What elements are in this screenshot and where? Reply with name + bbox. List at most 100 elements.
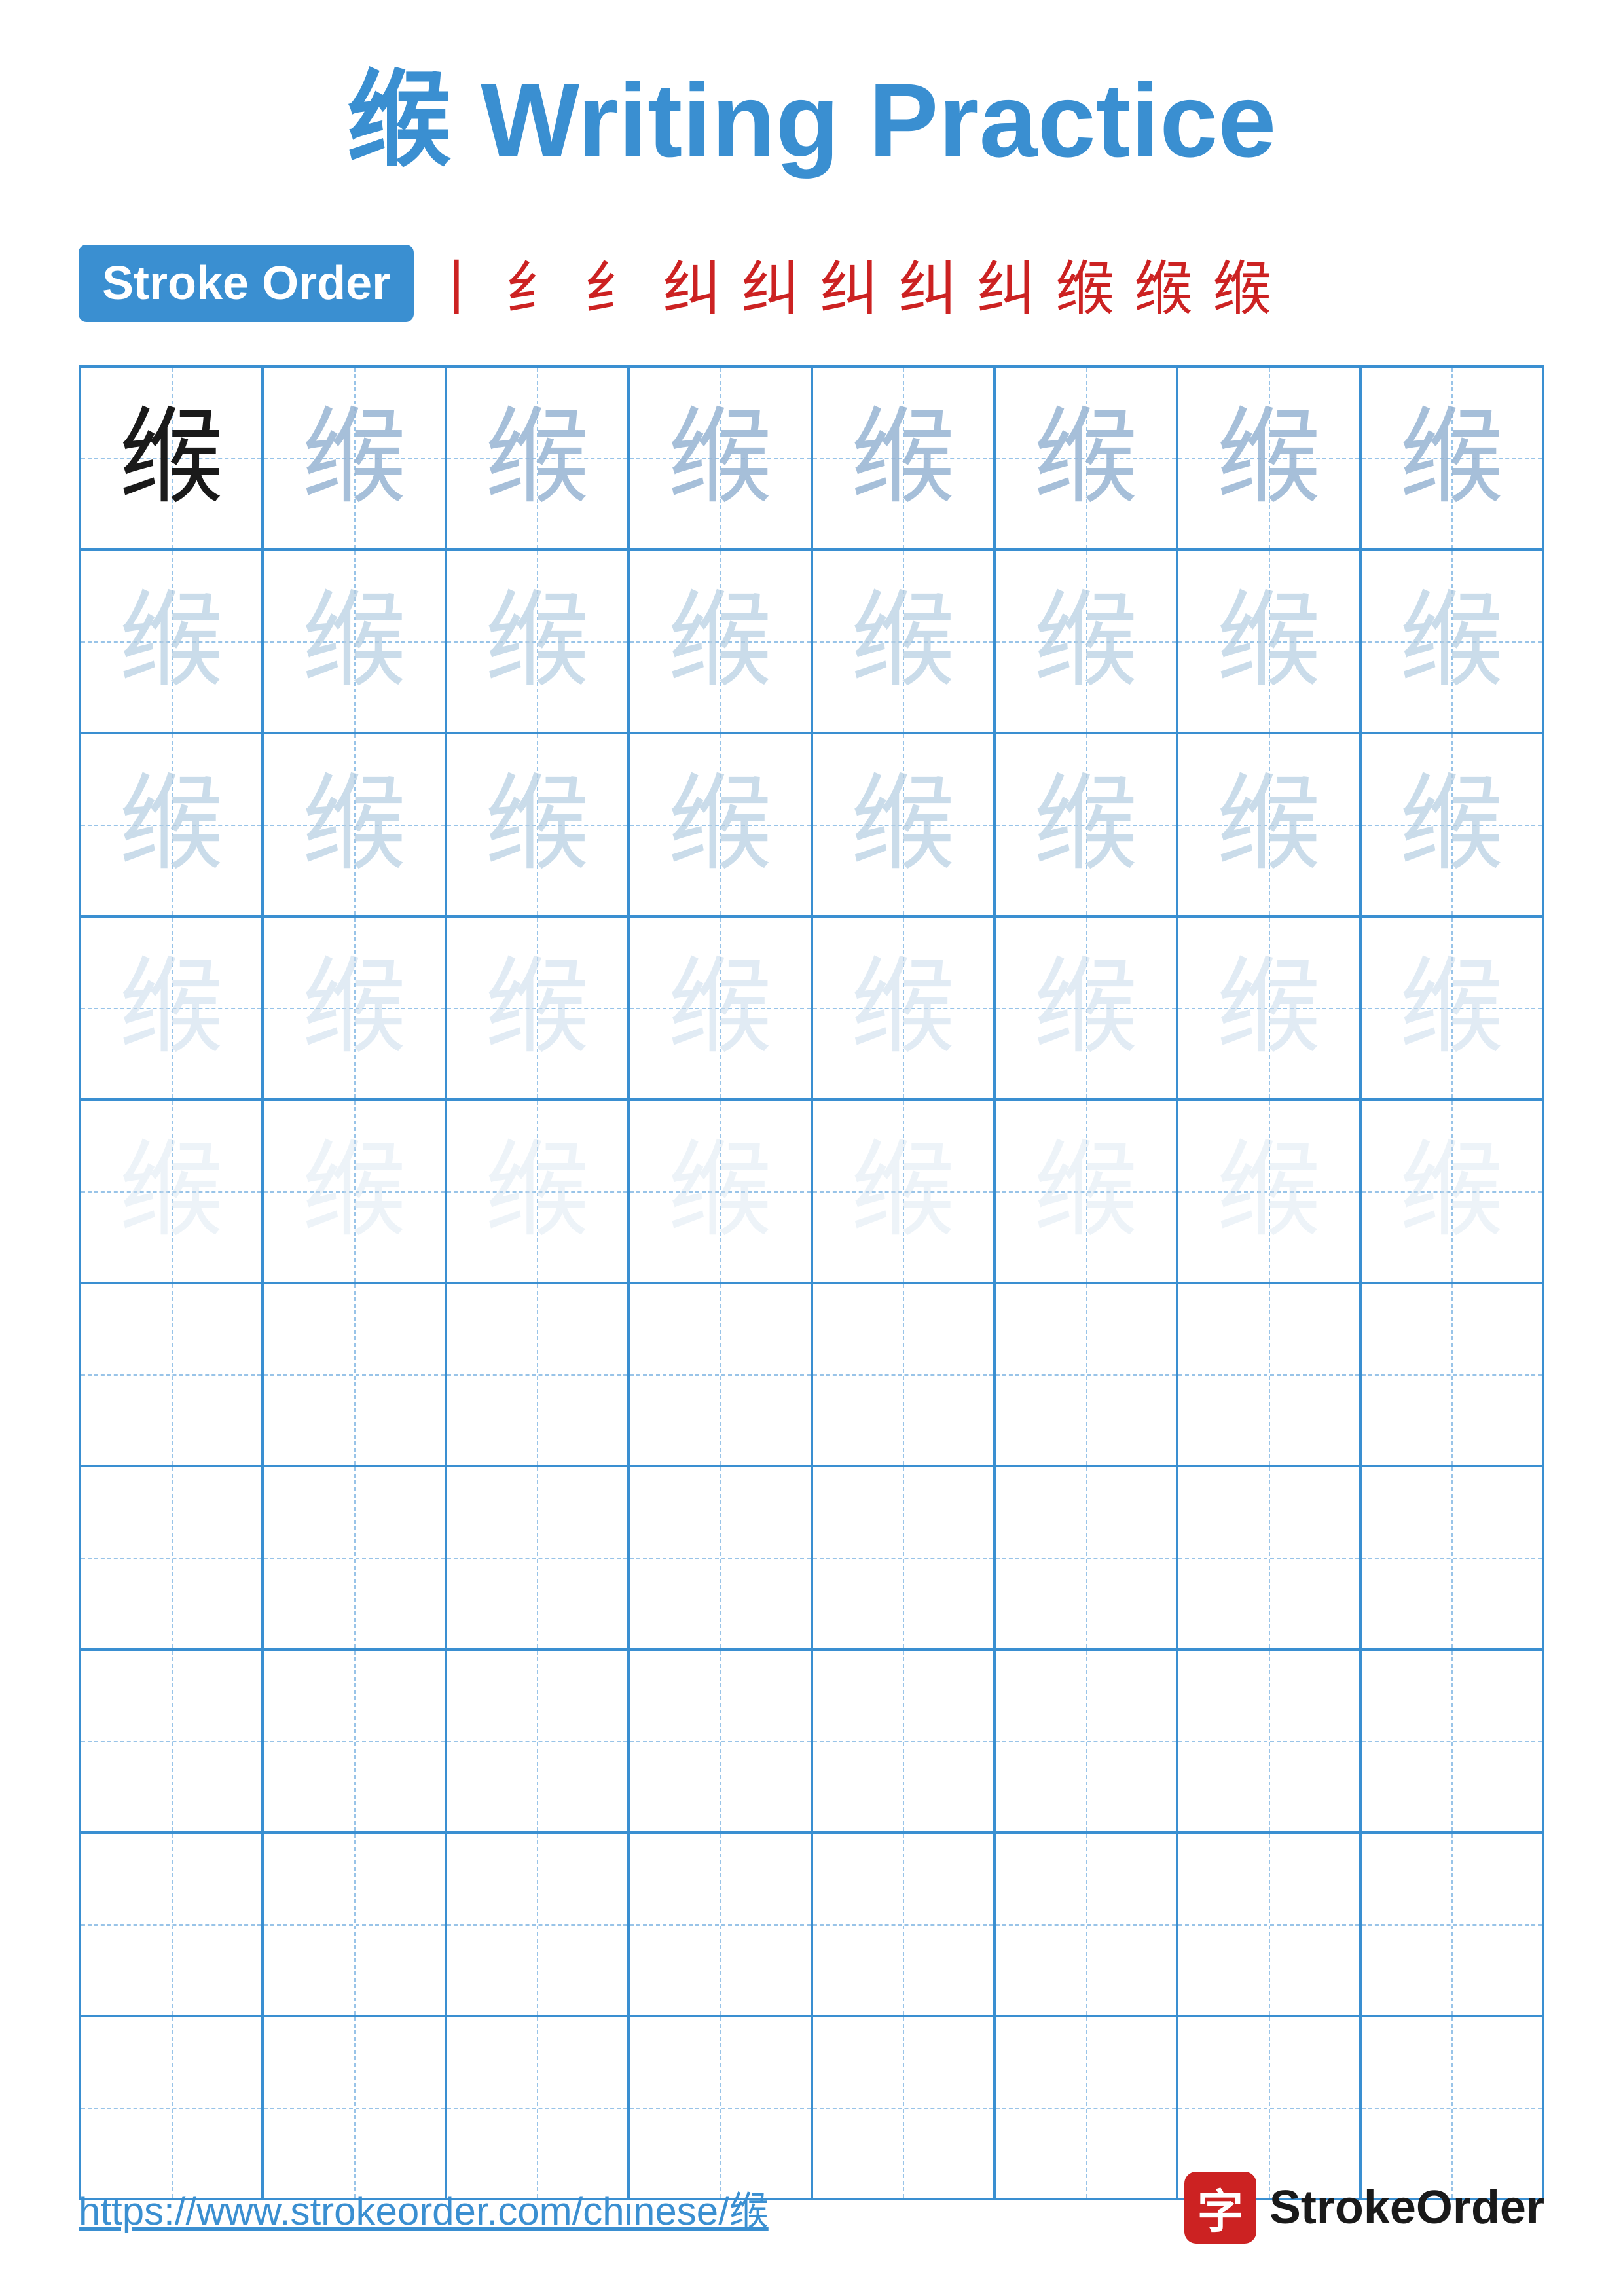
grid-cell[interactable] bbox=[446, 1833, 629, 2016]
grid-cell[interactable]: 缑 bbox=[80, 367, 263, 550]
grid-cell[interactable]: 缑 bbox=[629, 916, 811, 1100]
grid-cell[interactable]: 缑 bbox=[1177, 916, 1360, 1100]
grid-cell[interactable]: 缑 bbox=[812, 733, 994, 916]
grid-cell[interactable] bbox=[994, 1466, 1177, 1649]
grid-cell[interactable] bbox=[994, 1649, 1177, 1833]
practice-char: 缑 bbox=[1216, 956, 1321, 1060]
grid-cell[interactable]: 缑 bbox=[994, 550, 1177, 733]
grid-cell[interactable] bbox=[629, 1283, 811, 1466]
grid-cell[interactable]: 缑 bbox=[1360, 916, 1543, 1100]
practice-char: 缑 bbox=[484, 406, 589, 511]
grid-cell[interactable] bbox=[1360, 1833, 1543, 2016]
grid-cell[interactable] bbox=[1360, 1466, 1543, 1649]
grid-cell[interactable]: 缑 bbox=[446, 1100, 629, 1283]
grid-cell[interactable]: 缑 bbox=[629, 1100, 811, 1283]
grid-cell[interactable]: 缑 bbox=[1177, 550, 1360, 733]
grid-cell[interactable]: 缑 bbox=[1360, 733, 1543, 916]
grid-cell[interactable]: 缑 bbox=[446, 550, 629, 733]
grid-cell[interactable] bbox=[1177, 1466, 1360, 1649]
grid-cell[interactable] bbox=[80, 1283, 263, 1466]
grid-cell[interactable] bbox=[1177, 1283, 1360, 1466]
grid-cell[interactable] bbox=[1360, 1649, 1543, 1833]
grid-cell[interactable] bbox=[80, 1466, 263, 1649]
grid-cell[interactable]: 缑 bbox=[446, 733, 629, 916]
practice-char: 缑 bbox=[119, 1139, 224, 1244]
grid-cell[interactable]: 缑 bbox=[1360, 550, 1543, 733]
grid-cell[interactable]: 缑 bbox=[263, 916, 445, 1100]
grid-cell[interactable] bbox=[629, 1466, 811, 1649]
footer-url[interactable]: https://www.strokeorder.com/chinese/缑 bbox=[79, 2179, 769, 2236]
grid-cell[interactable]: 缑 bbox=[994, 1100, 1177, 1283]
grid-cell[interactable]: 缑 bbox=[446, 367, 629, 550]
grid-cell[interactable] bbox=[1360, 1283, 1543, 1466]
practice-char: 缑 bbox=[1216, 406, 1321, 511]
practice-char: 缑 bbox=[1034, 772, 1139, 877]
practice-char: 缑 bbox=[1399, 772, 1504, 877]
grid-cell[interactable] bbox=[80, 1649, 263, 1833]
grid-cell[interactable] bbox=[994, 1283, 1177, 1466]
grid-cell[interactable]: 缑 bbox=[994, 916, 1177, 1100]
practice-char: 缑 bbox=[302, 772, 407, 877]
grid-cell[interactable] bbox=[812, 1283, 994, 1466]
grid-cell[interactable] bbox=[446, 1283, 629, 1466]
practice-char: 缑 bbox=[850, 956, 955, 1060]
grid-cell[interactable] bbox=[263, 1466, 445, 1649]
title-character: 缑 bbox=[347, 62, 452, 179]
practice-char: 缑 bbox=[1399, 589, 1504, 694]
grid-cell[interactable]: 缑 bbox=[812, 1100, 994, 1283]
footer: https://www.strokeorder.com/chinese/缑 字 … bbox=[79, 2172, 1544, 2244]
practice-char: 缑 bbox=[668, 1139, 773, 1244]
stroke-7: 纠 bbox=[898, 241, 957, 326]
grid-cell[interactable] bbox=[629, 1649, 811, 1833]
grid-cell[interactable]: 缑 bbox=[263, 1100, 445, 1283]
grid-cell[interactable]: 缑 bbox=[1177, 367, 1360, 550]
grid-cell[interactable]: 缑 bbox=[263, 550, 445, 733]
grid-cell[interactable] bbox=[80, 1833, 263, 2016]
grid-cell[interactable] bbox=[263, 1649, 445, 1833]
grid-cell[interactable]: 缑 bbox=[812, 550, 994, 733]
practice-char: 缑 bbox=[1399, 956, 1504, 1060]
grid-cell[interactable] bbox=[263, 1833, 445, 2016]
grid-cell[interactable]: 缑 bbox=[263, 367, 445, 550]
grid-cell[interactable] bbox=[812, 1649, 994, 1833]
grid-cell[interactable] bbox=[812, 1833, 994, 2016]
grid-row-3: 缑 缑 缑 缑 缑 缑 缑 缑 bbox=[80, 733, 1543, 916]
practice-char: 缑 bbox=[302, 956, 407, 1060]
grid-cell[interactable]: 缑 bbox=[629, 733, 811, 916]
grid-cell[interactable]: 缑 bbox=[1360, 1100, 1543, 1283]
grid-cell[interactable]: 缑 bbox=[812, 916, 994, 1100]
grid-cell[interactable] bbox=[994, 1833, 1177, 2016]
grid-cell[interactable] bbox=[629, 1833, 811, 2016]
practice-char: 缑 bbox=[302, 589, 407, 694]
practice-char: 缑 bbox=[484, 956, 589, 1060]
grid-cell[interactable]: 缑 bbox=[80, 550, 263, 733]
grid-row-2: 缑 缑 缑 缑 缑 缑 缑 缑 bbox=[80, 550, 1543, 733]
grid-cell[interactable]: 缑 bbox=[263, 733, 445, 916]
grid-cell[interactable]: 缑 bbox=[1177, 733, 1360, 916]
grid-cell[interactable]: 缑 bbox=[80, 916, 263, 1100]
grid-cell[interactable] bbox=[446, 1466, 629, 1649]
grid-cell[interactable]: 缑 bbox=[994, 367, 1177, 550]
grid-cell[interactable]: 缑 bbox=[994, 733, 1177, 916]
grid-cell[interactable]: 缑 bbox=[629, 550, 811, 733]
stroke-9: 缑 bbox=[1055, 241, 1114, 326]
practice-char: 缑 bbox=[119, 406, 224, 511]
grid-row-9 bbox=[80, 1833, 1543, 2016]
grid-cell[interactable] bbox=[263, 1283, 445, 1466]
grid-cell[interactable] bbox=[1177, 1649, 1360, 1833]
grid-cell[interactable]: 缑 bbox=[1360, 367, 1543, 550]
grid-cell[interactable]: 缑 bbox=[629, 367, 811, 550]
grid-cell[interactable] bbox=[812, 1466, 994, 1649]
grid-row-7 bbox=[80, 1466, 1543, 1649]
grid-cell[interactable]: 缑 bbox=[812, 367, 994, 550]
practice-char: 缑 bbox=[850, 772, 955, 877]
grid-cell[interactable]: 缑 bbox=[446, 916, 629, 1100]
practice-char: 缑 bbox=[668, 956, 773, 1060]
grid-cell[interactable]: 缑 bbox=[80, 1100, 263, 1283]
practice-char: 缑 bbox=[1216, 1139, 1321, 1244]
grid-cell[interactable]: 缑 bbox=[1177, 1100, 1360, 1283]
grid-cell[interactable] bbox=[1177, 1833, 1360, 2016]
grid-cell[interactable]: 缑 bbox=[80, 733, 263, 916]
practice-char: 缑 bbox=[119, 589, 224, 694]
grid-cell[interactable] bbox=[446, 1649, 629, 1833]
